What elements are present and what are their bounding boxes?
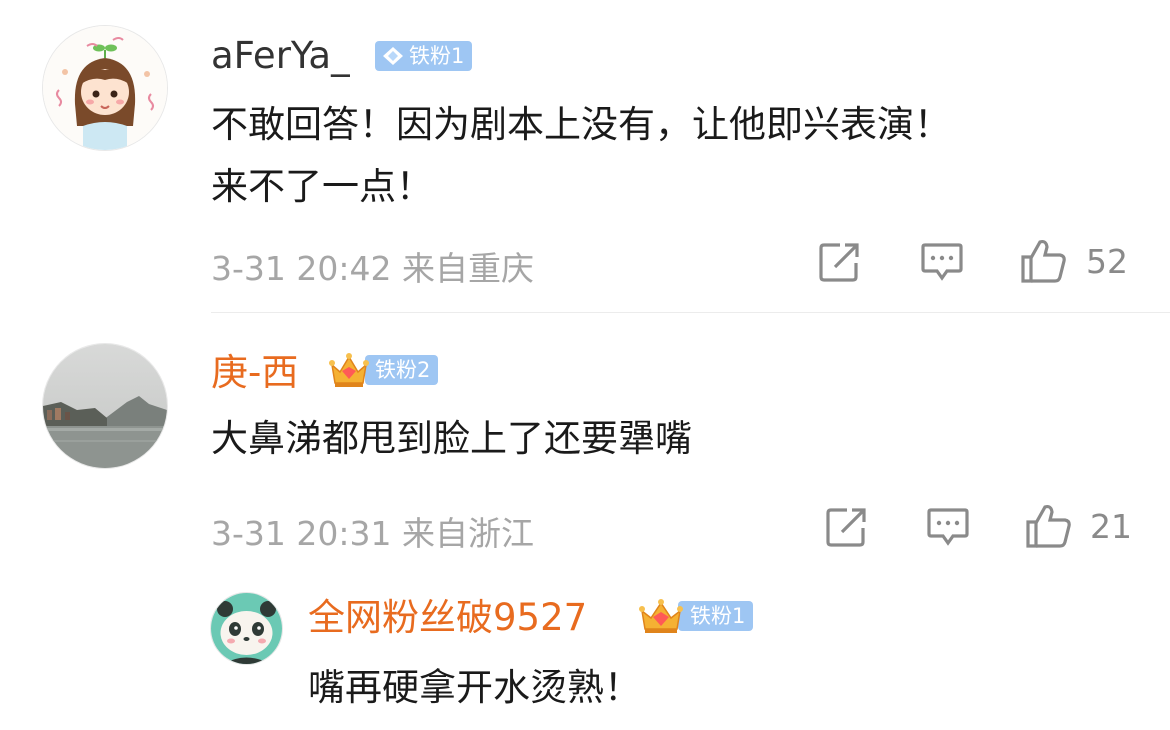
- avatar[interactable]: [42, 25, 168, 151]
- avatar[interactable]: [210, 592, 283, 665]
- diamond-icon: [383, 47, 403, 65]
- comment-text-line: 来不了一点！: [211, 165, 433, 208]
- comment-text: 大鼻涕都甩到脸上了还要犟嘴: [211, 417, 692, 460]
- fan-badge: 铁粉1: [636, 598, 754, 634]
- fan-badge-label: 铁粉1: [690, 604, 746, 628]
- like-count: 21: [1090, 507, 1132, 546]
- avatar[interactable]: [42, 343, 168, 469]
- comment-meta: 3-31 20:31 来自浙江: [211, 514, 534, 553]
- fan-badge-label: 铁粉2: [375, 358, 431, 382]
- fan-badge: 铁粉1: [375, 38, 473, 74]
- fan-badge-pill: 铁粉1: [375, 41, 473, 71]
- thumbs-up-icon[interactable]: [1025, 503, 1073, 549]
- username[interactable]: 庚-西: [211, 351, 298, 395]
- username[interactable]: aFerYa_: [211, 34, 350, 78]
- crown-icon: [329, 353, 369, 387]
- fan-badge-label: 铁粉1: [409, 44, 465, 68]
- comment-meta: 3-31 20:42 来自重庆: [211, 249, 534, 288]
- comment-icon[interactable]: [920, 240, 964, 284]
- fan-badge-pill: 铁粉1: [678, 601, 754, 631]
- like-count: 52: [1086, 242, 1128, 281]
- reply-text: 嘴再硬拿开水烫熟！: [308, 666, 641, 709]
- fan-badge: 铁粉2: [327, 352, 439, 388]
- crown-icon: [639, 599, 683, 633]
- fan-badge-pill: 铁粉2: [365, 355, 439, 385]
- divider: [211, 312, 1170, 313]
- share-icon[interactable]: [825, 506, 869, 548]
- comment-icon[interactable]: [926, 505, 970, 549]
- comment-list: aFerYa_ 铁粉1 不敢回答！因为剧本上没有，让他即兴表演！ 来不了一点！ …: [0, 0, 1170, 730]
- username[interactable]: 全网粉丝破9527: [308, 596, 587, 640]
- thumbs-up-icon[interactable]: [1020, 238, 1068, 284]
- comment-text: 不敢回答！因为剧本上没有，让他即兴表演！ 来不了一点！: [211, 94, 951, 218]
- comment-text-line: 不敢回答！因为剧本上没有，让他即兴表演！: [211, 103, 951, 146]
- share-icon[interactable]: [818, 241, 862, 283]
